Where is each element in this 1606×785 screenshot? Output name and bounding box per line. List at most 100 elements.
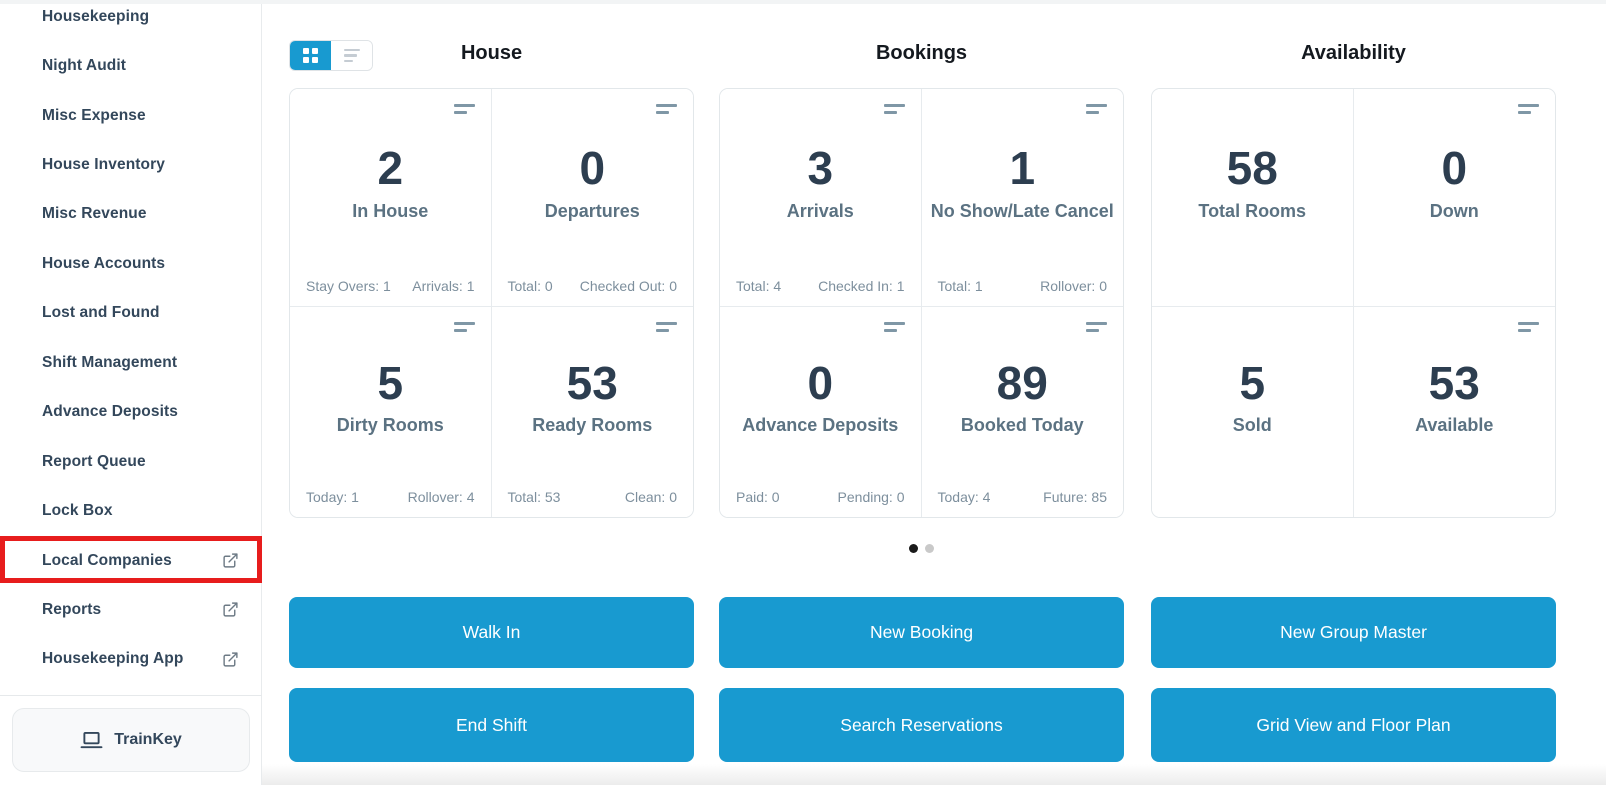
stat-footer-left: Total: 0: [507, 278, 553, 294]
stat-footer: Stay Overs: 1 Arrivals: 1: [306, 278, 475, 294]
stat-footer: Total: 0 Checked Out: 0: [508, 278, 678, 294]
stat-value: 0: [579, 142, 606, 195]
stat-label: Down: [1429, 200, 1479, 221]
sidebar-item-report-queue[interactable]: Report Queue: [0, 437, 261, 486]
stat-footer-right: Pending: 0: [837, 489, 905, 505]
sidebar-item-housekeeping[interactable]: Housekeeping: [0, 0, 261, 41]
stat-footer-left: Stay Overs: 1: [306, 278, 391, 294]
stat-card-down[interactable]: 0 Down: [1353, 89, 1555, 307]
stat-card-no-show-late-cancel[interactable]: 1 No Show/Late Cancel Total: 1 Rollover:…: [921, 89, 1123, 307]
stat-footer-right: Checked In: 1: [818, 278, 905, 294]
stat-card-advance-deposits[interactable]: 0 Advance Deposits Paid: 0 Pending: 0: [720, 307, 922, 517]
carousel-dots: [719, 544, 1124, 553]
stat-value: 5: [377, 356, 404, 409]
sidebar-item-label: Misc Expense: [42, 106, 146, 124]
sidebar-item-house-inventory[interactable]: House Inventory: [0, 140, 261, 189]
stat-value: 5: [1239, 356, 1266, 409]
stat-label: Sold: [1232, 415, 1272, 436]
stat-footer-right: Arrivals: 1: [412, 278, 475, 294]
stat-footer-left: Today: 4: [937, 489, 991, 505]
card-menu-icon[interactable]: [883, 322, 905, 332]
stat-card-dirty-rooms[interactable]: 5 Dirty Rooms Today: 1 Rollover: 4: [290, 307, 492, 517]
sidebar-item-lock-box[interactable]: Lock Box: [0, 486, 261, 535]
card-menu-icon[interactable]: [1518, 104, 1539, 114]
bookings-card-group: 3 Arrivals Total: 4 Checked In: 1 1 No S…: [719, 88, 1124, 518]
new-booking-button[interactable]: New Booking: [719, 597, 1124, 668]
laptop-icon: [80, 731, 103, 750]
card-menu-icon[interactable]: [656, 104, 677, 114]
app-root: Housekeeping Night Audit Misc Expense Ho…: [0, 0, 1606, 785]
stat-card-ready-rooms[interactable]: 53 Ready Rooms Total: 53 Clean: 0: [491, 307, 693, 517]
card-menu-icon[interactable]: [453, 104, 475, 114]
sidebar-item-housekeeping-app[interactable]: Housekeeping App: [0, 635, 261, 684]
sidebar-item-reports[interactable]: Reports: [0, 585, 261, 634]
sidebar-item-misc-revenue[interactable]: Misc Revenue: [0, 190, 261, 239]
stat-footer: Total: 1 Rollover: 0: [938, 278, 1108, 294]
stat-value: 1: [1009, 142, 1036, 195]
stat-footer-right: Checked Out: 0: [579, 278, 677, 294]
top-edge-strip: [0, 0, 1606, 4]
stat-footer-left: Paid: 0: [736, 489, 780, 505]
sidebar-item-lost-and-found[interactable]: Lost and Found: [0, 289, 261, 338]
stat-value: 0: [1441, 142, 1468, 195]
stat-value: 53: [566, 356, 618, 409]
sidebar-item-label: Housekeeping: [42, 7, 150, 25]
grid-view-floor-plan-button[interactable]: Grid View and Floor Plan: [1151, 688, 1556, 762]
trainkey-button[interactable]: TrainKey: [12, 708, 250, 772]
walk-in-button[interactable]: Walk In: [289, 597, 694, 668]
end-shift-button[interactable]: End Shift: [289, 688, 694, 762]
sidebar-item-night-audit[interactable]: Night Audit: [0, 41, 261, 90]
new-group-master-button[interactable]: New Group Master: [1151, 597, 1556, 668]
stat-value: 3: [807, 142, 834, 195]
card-menu-icon[interactable]: [1086, 104, 1107, 114]
sidebar-item-label: Advance Deposits: [42, 403, 178, 421]
sidebar-item-label: Housekeeping App: [42, 650, 184, 668]
stat-label: No Show/Late Cancel: [930, 200, 1114, 221]
card-menu-icon[interactable]: [453, 322, 475, 332]
sidebar-item-label: Misc Revenue: [42, 205, 147, 223]
stat-card-sold[interactable]: 5 Sold: [1152, 307, 1354, 517]
stat-card-in-house[interactable]: 2 In House Stay Overs: 1 Arrivals: 1: [290, 89, 492, 307]
card-menu-icon[interactable]: [883, 104, 905, 114]
column-title-bookings: Bookings: [875, 42, 968, 64]
dashboard-main: House Bookings Availability 2 In House S…: [262, 0, 1606, 785]
card-menu-icon[interactable]: [1518, 322, 1539, 332]
sidebar-nav: Housekeeping Night Audit Misc Expense Ho…: [0, 0, 261, 684]
stat-card-arrivals[interactable]: 3 Arrivals Total: 4 Checked In: 1: [720, 89, 922, 307]
sidebar-item-advance-deposits[interactable]: Advance Deposits: [0, 388, 261, 437]
stat-footer-left: Total: 4: [736, 278, 782, 294]
stat-card-departures[interactable]: 0 Departures Total: 0 Checked Out: 0: [491, 89, 693, 307]
trainkey-label: TrainKey: [114, 731, 182, 748]
stat-label: Dirty Rooms: [336, 415, 444, 436]
carousel-dot-2[interactable]: [925, 544, 934, 553]
column-title-house: House: [460, 42, 523, 64]
sidebar-item-label: Shift Management: [42, 353, 178, 371]
card-menu-icon[interactable]: [1086, 322, 1107, 332]
stat-footer-right: Future: 85: [1043, 489, 1107, 505]
stat-footer: Paid: 0 Pending: 0: [736, 489, 905, 505]
sidebar-item-label: Report Queue: [42, 452, 146, 470]
stat-label: Advance Deposits: [742, 415, 899, 436]
stat-footer: Total: 53 Clean: 0: [508, 489, 678, 505]
external-link-icon: [222, 552, 239, 569]
carousel-dot-1[interactable]: [909, 544, 918, 553]
sidebar-item-misc-expense[interactable]: Misc Expense: [0, 91, 261, 140]
sidebar-item-local-companies[interactable]: Local Companies: [0, 536, 261, 585]
stat-footer-left: Total: 53: [507, 489, 561, 505]
sidebar-item-house-accounts[interactable]: House Accounts: [0, 239, 261, 288]
stat-label: Departures: [544, 200, 640, 221]
sidebar-item-label: House Accounts: [42, 254, 166, 272]
sidebar-item-shift-management[interactable]: Shift Management: [0, 338, 261, 387]
stat-label: Booked Today: [960, 415, 1084, 436]
stat-footer-right: Rollover: 4: [407, 489, 475, 505]
stat-card-available[interactable]: 53 Available: [1353, 307, 1555, 517]
stat-card-total-rooms[interactable]: 58 Total Rooms: [1152, 89, 1354, 307]
column-title-availability: Availability: [1301, 42, 1406, 64]
sidebar-item-label: House Inventory: [42, 156, 165, 174]
stat-label: In House: [352, 200, 429, 221]
availability-card-group: 58 Total Rooms 0 Down 5 Sold 53 Availabl…: [1151, 88, 1556, 518]
card-menu-icon[interactable]: [656, 322, 677, 332]
stat-footer: Total: 4 Checked In: 1: [736, 278, 905, 294]
search-reservations-button[interactable]: Search Reservations: [719, 688, 1124, 762]
stat-card-booked-today[interactable]: 89 Booked Today Today: 4 Future: 85: [921, 307, 1123, 517]
